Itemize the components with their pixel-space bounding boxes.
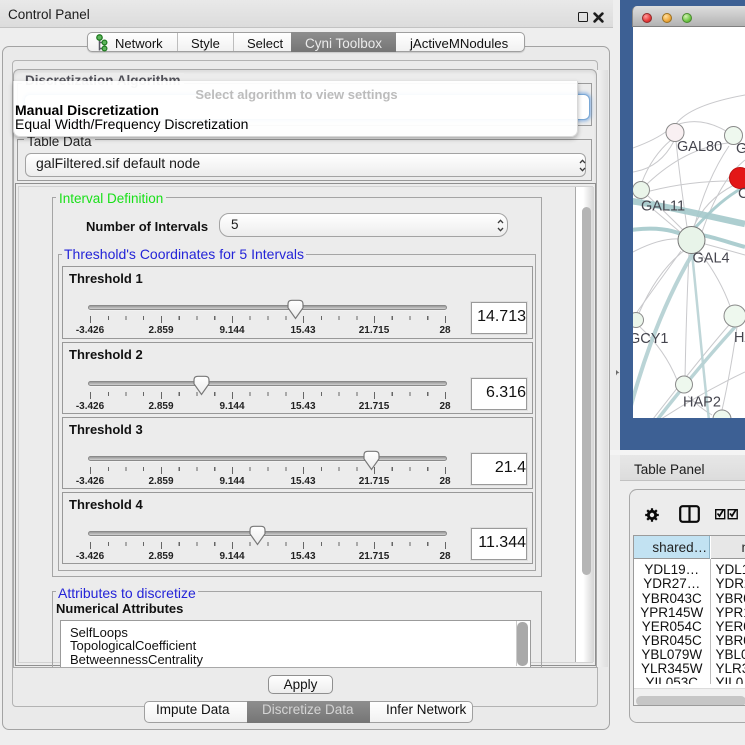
svg-text:HAP2: HAP2 [683,395,721,411]
svg-text:C: C [738,186,745,202]
svg-text:GAL4: GAL4 [693,251,730,267]
svg-text:GAL11: GAL11 [641,199,685,215]
svg-text:GAL80: GAL80 [677,139,722,155]
svg-text:GCY1: GCY1 [633,331,669,347]
svg-text:GA: GA [736,141,745,157]
svg-text:HA: HA [734,330,745,346]
